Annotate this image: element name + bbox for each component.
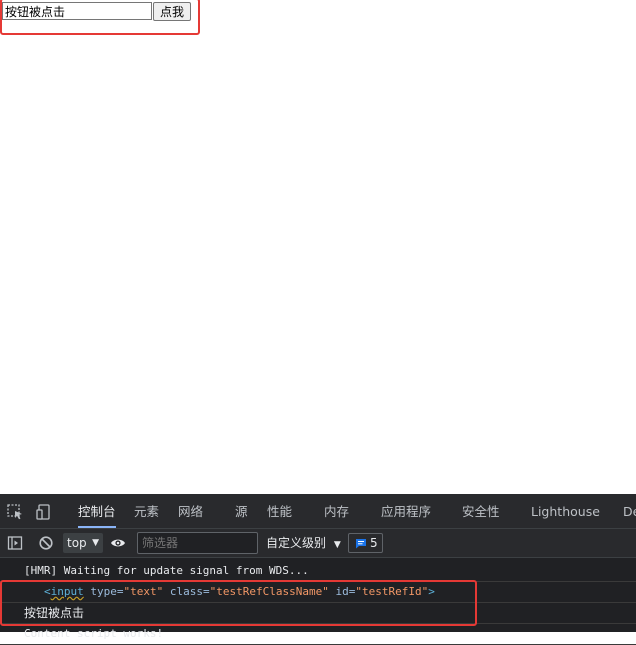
clear-console-icon[interactable] — [38, 535, 54, 551]
filter-input[interactable] — [137, 532, 258, 554]
messages-badge[interactable]: 5 — [348, 533, 383, 553]
console-line: Content script works! — [0, 624, 636, 645]
log-levels-label: 自定义级别 — [266, 536, 327, 550]
message-icon — [356, 539, 366, 549]
caret-down-icon: ▼ — [92, 538, 99, 548]
device-toolbar-icon[interactable] — [35, 503, 53, 521]
tab-application[interactable]: 应用程序 — [381, 494, 431, 528]
tab-sources[interactable]: 源 — [235, 494, 248, 528]
message-count: 5 — [370, 536, 378, 550]
page-area: 点我 — [0, 0, 636, 494]
tab-lighthouse[interactable]: Lighthouse — [531, 494, 600, 528]
tab-memory[interactable]: 内存 — [324, 494, 349, 528]
annotation-box-page — [0, 0, 200, 35]
console-toolbar: top ▼ 自定义级别 ▼ 5 — [0, 529, 636, 558]
eye-icon[interactable] — [110, 535, 126, 551]
log-levels-dropdown[interactable]: 自定义级别 ▼ — [266, 534, 341, 552]
annotation-box-console — [0, 580, 477, 626]
console-line: [HMR] Waiting for update signal from WDS… — [0, 561, 636, 582]
tab-more[interactable]: De — [623, 494, 636, 528]
context-selector[interactable]: top ▼ — [63, 533, 103, 553]
tab-elements[interactable]: 元素 — [134, 494, 159, 528]
inspect-element-icon[interactable] — [6, 503, 24, 521]
tab-network[interactable]: 网络 — [178, 494, 203, 528]
devtools-tabbar: 控制台 元素 网络 源 性能 内存 应用程序 安全性 Lighthouse De — [0, 494, 636, 529]
sidebar-toggle-icon[interactable] — [7, 535, 23, 551]
caret-down-icon: ▼ — [333, 540, 341, 550]
console-message: [HMR] Waiting for update signal from WDS… — [24, 564, 309, 577]
console-message: Content script works! — [24, 627, 164, 640]
tab-console[interactable]: 控制台 — [78, 494, 116, 528]
tab-performance[interactable]: 性能 — [267, 494, 292, 528]
tab-security[interactable]: 安全性 — [462, 494, 500, 528]
context-value: top — [67, 536, 87, 550]
